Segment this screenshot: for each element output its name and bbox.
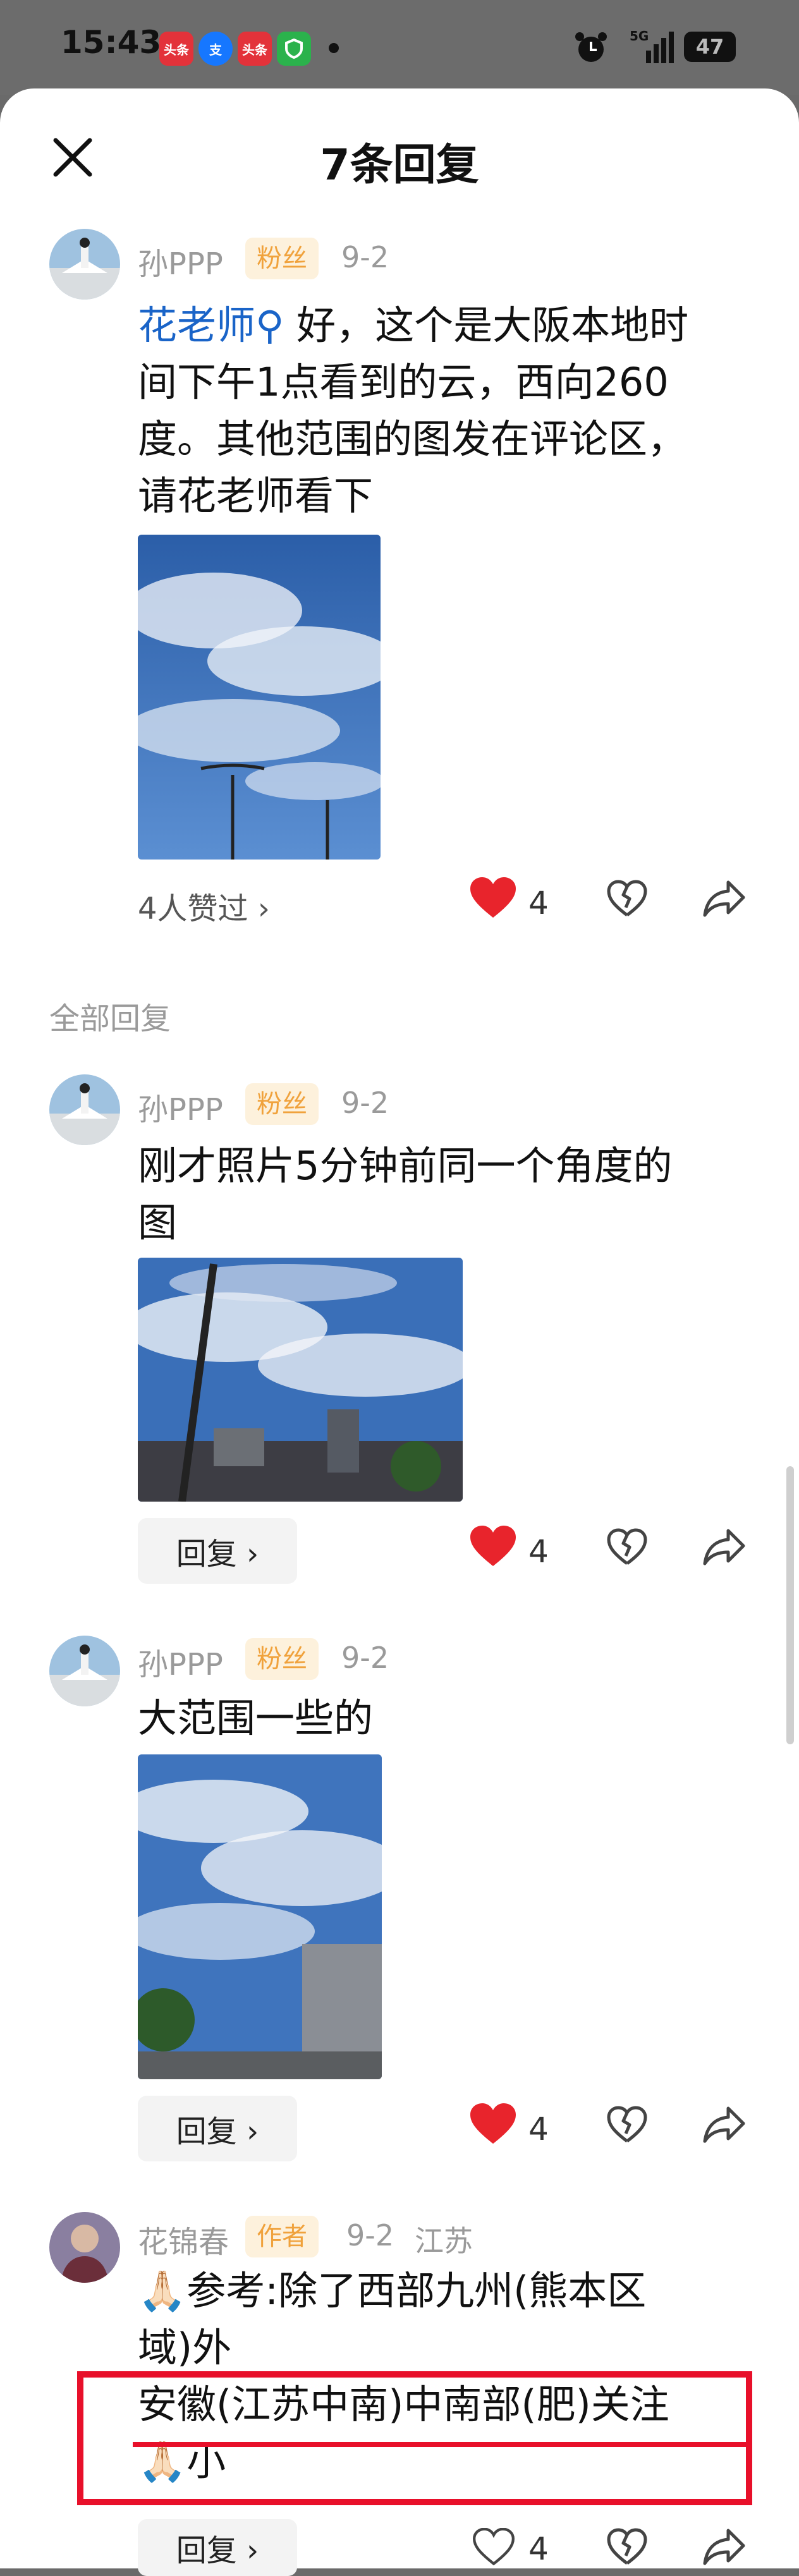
likes-link[interactable]: 4人赞过 › <box>138 884 270 928</box>
heart-outline-icon[interactable] <box>472 2527 515 2568</box>
svg-text:5G: 5G <box>630 28 649 44</box>
fan-badge: 粉丝 <box>245 1083 319 1125</box>
user-name[interactable]: 孙PPP <box>138 1639 223 1684</box>
sky-photo[interactable] <box>138 535 381 860</box>
alipay-app-icon: 支 <box>198 32 233 66</box>
share-icon[interactable] <box>703 2106 746 2146</box>
shield-app-icon <box>277 32 311 66</box>
fan-badge: 粉丝 <box>245 238 319 279</box>
like-count: 4 <box>528 1533 549 1570</box>
reply-button[interactable]: 回复 › <box>138 2096 297 2161</box>
dislike-broken-heart-icon[interactable] <box>607 2528 647 2568</box>
reply-button[interactable]: 回复 › <box>138 1518 297 1584</box>
comment-date: 9-2 <box>346 2218 394 2252</box>
toutiao-app-icon: 头条 <box>159 32 193 66</box>
avatar[interactable] <box>49 1074 120 1145</box>
like-count: 4 <box>528 2530 549 2567</box>
reply-button[interactable]: 回复 › <box>138 2519 297 2576</box>
avatar[interactable] <box>49 229 120 300</box>
notification-dot-icon <box>329 43 339 53</box>
highlight-underline <box>133 2442 752 2447</box>
comment-date: 9-2 <box>341 240 389 274</box>
status-time: 15:43 <box>61 24 162 61</box>
user-name[interactable]: 花锦春 <box>138 2217 229 2261</box>
comment-text: 花老师⚲ 好，这个是大阪本地时 间下午1点看到的云，西向260 度。其他范围的图… <box>138 302 689 519</box>
share-icon[interactable] <box>703 880 746 920</box>
avatar[interactable] <box>49 1636 120 1706</box>
like-count: 4 <box>528 885 549 921</box>
heart-icon[interactable] <box>469 876 517 923</box>
search-icon: ⚲ <box>255 302 284 348</box>
highlight-box <box>77 2371 752 2505</box>
user-name[interactable]: 孙PPP <box>138 1084 223 1129</box>
toutiao-app-icon: 头条 <box>238 32 272 66</box>
comment-text: 大范围一些的 <box>138 1695 374 1741</box>
heart-icon[interactable] <box>469 2102 517 2149</box>
share-icon[interactable] <box>703 1528 746 1569</box>
like-count: 4 <box>528 2111 549 2148</box>
scrollbar[interactable] <box>786 1466 794 1744</box>
user-name[interactable]: 孙PPP <box>138 239 223 283</box>
avatar[interactable] <box>49 2212 120 2283</box>
alarm-icon <box>573 29 609 68</box>
sky-photo[interactable] <box>138 1258 463 1502</box>
sky-photo[interactable] <box>138 1754 382 2079</box>
section-label: 全部回复 <box>49 1001 171 1036</box>
fan-badge: 粉丝 <box>245 1638 319 1680</box>
author-badge: 作者 <box>245 2216 319 2257</box>
heart-icon[interactable] <box>469 1524 517 1571</box>
comment-text: 刚才照片5分钟前同一个角度的 图 <box>138 1143 673 1246</box>
comment-location: 江苏 <box>415 2224 473 2258</box>
comment-date: 9-2 <box>341 1086 389 1120</box>
dislike-broken-heart-icon[interactable] <box>607 1528 647 1569</box>
dislike-broken-heart-icon[interactable] <box>607 2106 647 2146</box>
signal-5g-icon: 5G <box>627 28 678 70</box>
comment-date: 9-2 <box>341 1641 389 1675</box>
share-icon[interactable] <box>703 2528 746 2568</box>
mention-link[interactable]: 花老师 <box>138 302 255 348</box>
battery-icon: 47 <box>684 32 736 62</box>
dislike-broken-heart-icon[interactable] <box>607 880 647 920</box>
sheet-title: 7条回复 <box>320 140 479 190</box>
